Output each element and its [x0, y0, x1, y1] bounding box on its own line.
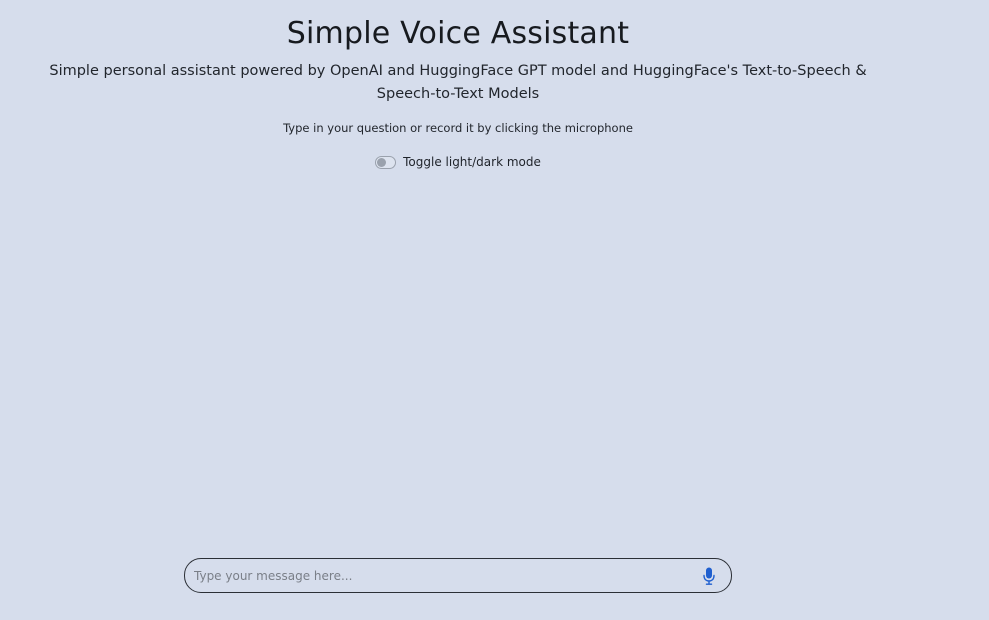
microphone-icon [703, 567, 715, 585]
theme-toggle-label[interactable]: Toggle light/dark mode [403, 154, 541, 170]
header: Simple Voice Assistant Simple personal a… [0, 0, 916, 170]
microphone-button[interactable] [697, 564, 721, 588]
message-composer [184, 558, 732, 593]
page-title: Simple Voice Assistant [286, 16, 630, 51]
theme-toggle-switch[interactable] [375, 155, 397, 169]
toggle-knob [377, 157, 387, 167]
page-subtitle: Simple personal assistant powered by Ope… [49, 63, 867, 102]
instructions-text: Type in your question or record it by cl… [283, 121, 633, 135]
message-input[interactable] [185, 559, 697, 592]
theme-toggle-row: Toggle light/dark mode [0, 154, 916, 170]
